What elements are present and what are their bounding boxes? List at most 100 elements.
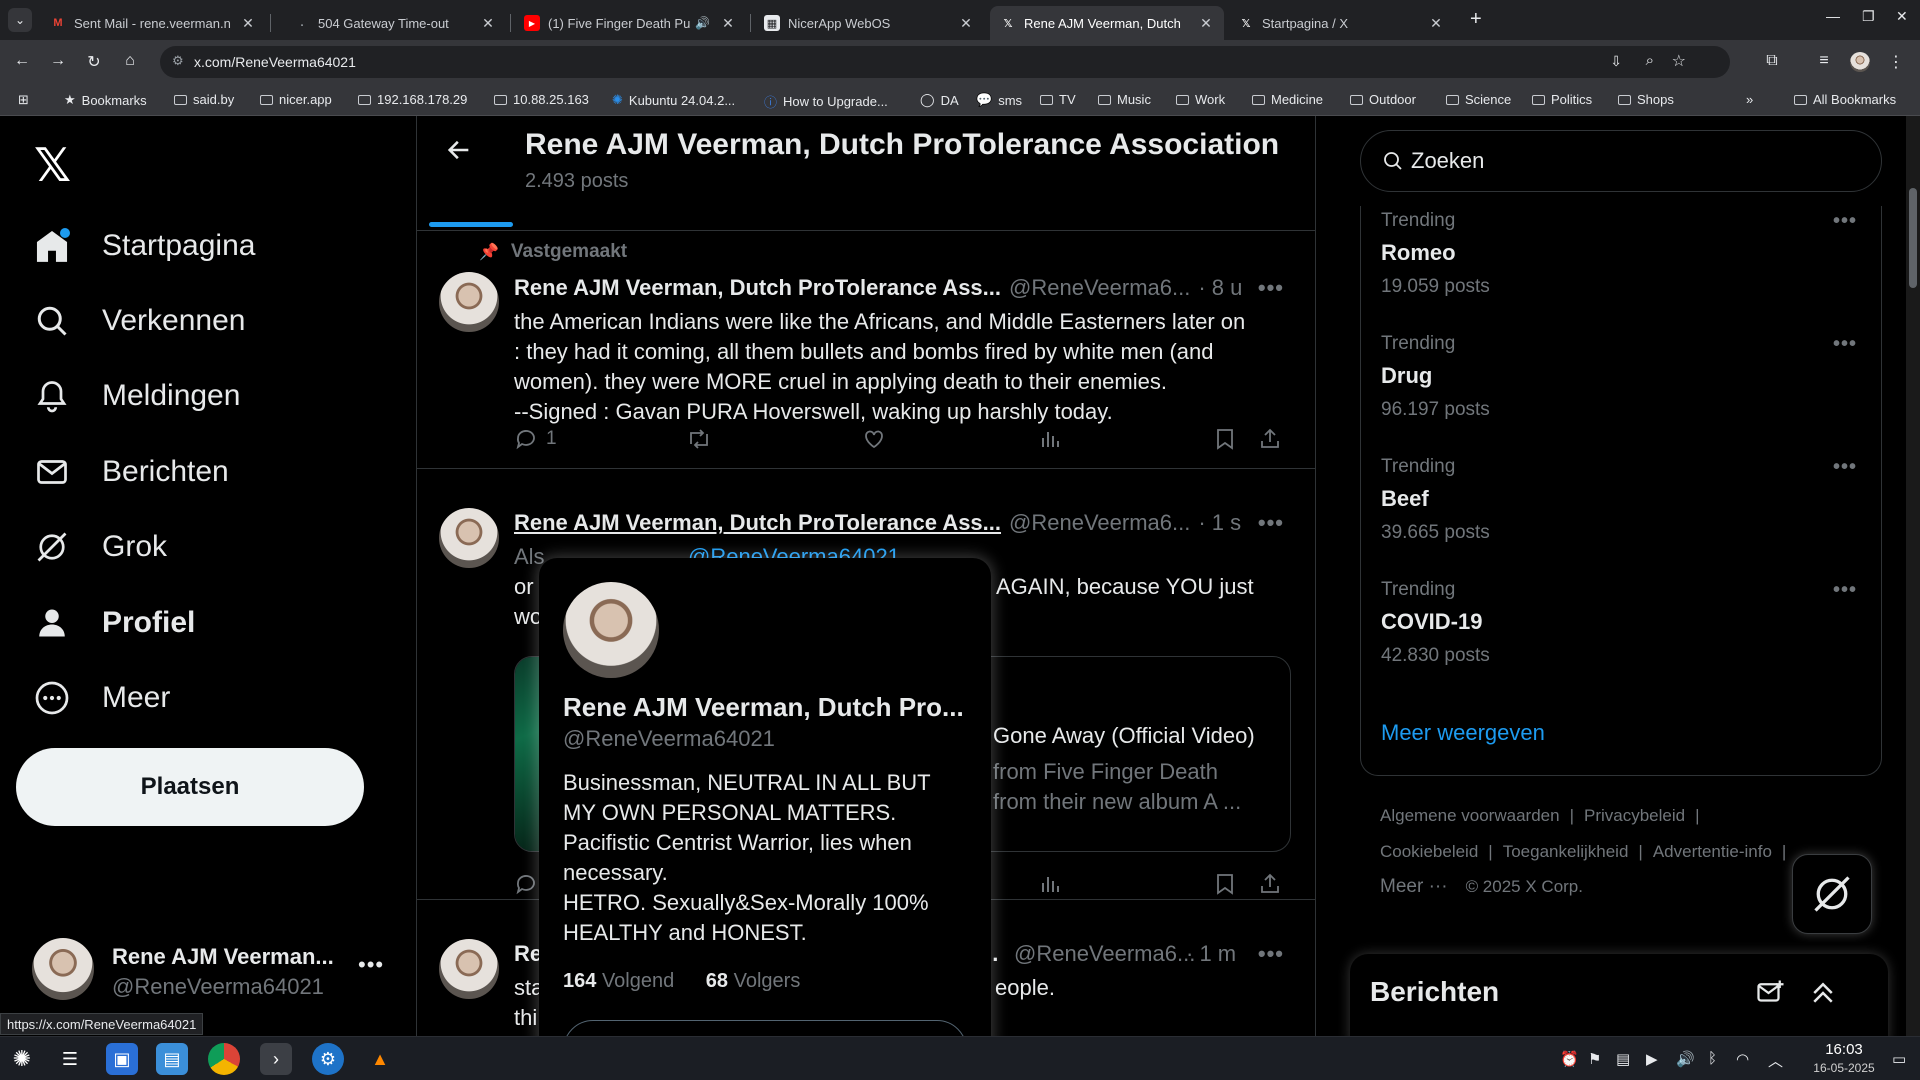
avatar[interactable]	[439, 939, 499, 999]
reply-button[interactable]	[514, 872, 538, 896]
tweet-time[interactable]: · 1 m	[1186, 941, 1236, 967]
bookmark-icon[interactable]	[1214, 427, 1236, 451]
trend-item[interactable]: Trending Drug 96.197 posts •••	[1381, 333, 1861, 421]
clipboard-icon[interactable]: ▤	[1616, 1050, 1630, 1068]
close-tab-icon[interactable]: ✕	[720, 15, 736, 32]
author-name[interactable]: Re	[514, 941, 542, 967]
trend-item[interactable]: Trending COVID-19 42.830 posts •••	[1381, 579, 1861, 667]
browser-tab[interactable]: ▦ NicerApp WebOS ✕	[754, 6, 984, 40]
more-dots-icon[interactable]: •••	[358, 952, 384, 978]
tab-search-button[interactable]: ⌄	[8, 8, 32, 32]
author-handle[interactable]: @ReneVeerma6...	[1014, 941, 1195, 967]
back-arrow-icon[interactable]	[445, 136, 473, 172]
reload-icon[interactable]: ↻	[84, 52, 104, 72]
file-manager-icon[interactable]: ▤	[156, 1043, 188, 1075]
collapse-up-icon[interactable]	[1808, 978, 1838, 1013]
bookmark-item[interactable]: ⓘ How to Upgrade...	[764, 92, 888, 111]
bookmark-icon[interactable]	[1214, 872, 1236, 896]
vlc-icon[interactable]: ▲	[364, 1043, 396, 1075]
new-message-icon[interactable]	[1756, 978, 1786, 1013]
author-name[interactable]: Rene AJM Veerman, Dutch ProTolerance Ass…	[514, 510, 1001, 536]
bookmark-item[interactable]: said.by	[174, 92, 234, 107]
tweet-time[interactable]: · 8 u	[1198, 275, 1242, 301]
views-icon[interactable]	[1038, 427, 1062, 451]
new-tab-button[interactable]: +	[1470, 8, 1482, 31]
avatar[interactable]	[563, 582, 659, 678]
profile-hover-card[interactable]: Rene AJM Veerman, Dutch Pro... @ReneVeer…	[539, 558, 991, 1036]
avatar[interactable]	[439, 508, 499, 568]
chrome-icon[interactable]	[208, 1043, 240, 1075]
wifi-icon[interactable]: ◠	[1736, 1050, 1749, 1068]
show-more-link[interactable]: Meer weergeven	[1381, 720, 1545, 746]
show-desktop-icon[interactable]: ▭	[1892, 1050, 1906, 1068]
network-tool-icon[interactable]: ⚙	[312, 1043, 344, 1075]
bookmark-item[interactable]: Science	[1446, 92, 1511, 107]
speaker-icon[interactable]: 🔊	[695, 16, 710, 30]
all-bookmarks[interactable]: All Bookmarks	[1794, 92, 1896, 107]
messages-drawer[interactable]: Berichten	[1350, 954, 1888, 1036]
terminal-icon[interactable]: ›	[260, 1043, 292, 1075]
site-info-icon[interactable]: ⚙	[172, 53, 184, 69]
browser-tab[interactable]: ▶ (1) Five Finger Death Pu 🔊 ✕	[514, 6, 746, 40]
bookmark-item[interactable]: ✺ Kubuntu 24.04.2...	[612, 92, 735, 108]
hovercard-name[interactable]: Rene AJM Veerman, Dutch Pro...	[563, 692, 964, 723]
reply-button[interactable]: 1	[514, 427, 557, 451]
more-dots-icon[interactable]: •••	[1833, 210, 1857, 233]
close-tab-icon[interactable]: ✕	[240, 15, 256, 32]
close-window-icon[interactable]: ✕	[1896, 8, 1908, 25]
task-manager-icon[interactable]: ☰	[54, 1043, 86, 1075]
more-dots-icon[interactable]: •••	[1833, 579, 1857, 602]
avatar[interactable]	[439, 272, 499, 332]
trend-item[interactable]: Trending Romeo 19.059 posts •••	[1381, 210, 1861, 298]
views-icon[interactable]	[1038, 872, 1062, 896]
bookmark-item[interactable]: nicer.app	[260, 92, 332, 107]
home-icon[interactable]: ⌂	[120, 52, 140, 70]
url-text[interactable]: x.com/ReneVeerma64021	[194, 54, 356, 70]
forward-icon[interactable]: →	[48, 52, 68, 70]
notifications-tray-icon[interactable]: ⚑	[1588, 1050, 1601, 1068]
nav-item-home[interactable]: Startpagina	[32, 218, 255, 274]
bookmark-item[interactable]: Outdoor	[1350, 92, 1416, 107]
minimize-icon[interactable]: —	[1826, 8, 1840, 24]
author-handle[interactable]: @ReneVeerma6...	[1009, 275, 1190, 301]
maximize-icon[interactable]: ❐	[1862, 8, 1875, 25]
bookmark-item[interactable]: ◯ DA	[920, 92, 959, 108]
more-dots-icon[interactable]: •••	[1833, 333, 1857, 356]
like-icon[interactable]	[862, 427, 886, 451]
browser-tab[interactable]: 𝕏 Startpagina / X ✕	[1228, 6, 1454, 40]
clock[interactable]: 16:03 16-05-2025	[1804, 1041, 1884, 1077]
alarm-icon[interactable]: ⏰	[1560, 1050, 1579, 1068]
bookmark-item[interactable]: 💬 sms	[976, 92, 1022, 108]
back-icon[interactable]: ←	[12, 52, 32, 70]
bookmark-item[interactable]: Music	[1098, 92, 1151, 107]
more-dots-icon[interactable]: •••	[1258, 941, 1284, 967]
profile-avatar[interactable]	[1850, 52, 1870, 72]
scrollbar-thumb[interactable]	[1909, 188, 1917, 288]
share-icon[interactable]	[1258, 427, 1282, 451]
app-launcher-icon[interactable]: ✺	[6, 1043, 38, 1075]
tweet[interactable]: 📌 Vastgemaakt Rene AJM Veerman, Dutch Pr…	[417, 231, 1315, 469]
address-bar[interactable]: ⚙ x.com/ReneVeerma64021 ⇩ ⌕ ☆	[160, 46, 1730, 78]
repost-icon[interactable]	[686, 427, 712, 451]
trend-item[interactable]: Trending Beef 39.665 posts •••	[1381, 456, 1861, 544]
bookmark-item[interactable]: Politics	[1532, 92, 1592, 107]
bookmark-star-icon[interactable]: ☆	[1672, 51, 1686, 71]
close-tab-icon[interactable]: ✕	[480, 15, 496, 32]
author-name[interactable]: Rene AJM Veerman, Dutch ProTolerance Ass…	[514, 275, 1001, 301]
bookmark-item[interactable]: Medicine	[1252, 92, 1323, 107]
browser-tab[interactable]: . 504 Gateway Time-out ✕	[284, 6, 506, 40]
close-tab-icon[interactable]: ✕	[1428, 15, 1444, 32]
followers-link[interactable]: 68 Volgers	[706, 970, 801, 992]
media-player-icon[interactable]: ▶	[1646, 1050, 1658, 1068]
nav-item-profile[interactable]: Profiel	[32, 595, 195, 651]
browser-tab-active[interactable]: 𝕏 Rene AJM Veerman, Dutch ✕	[990, 6, 1224, 40]
search-input[interactable]: Zoeken	[1360, 130, 1882, 192]
author-handle[interactable]: @ReneVeerma6...	[1009, 510, 1190, 536]
bookmark-item[interactable]: Shops	[1618, 92, 1674, 107]
account-switcher[interactable]: Rene AJM Veerman... @ReneVeerma64021 •••	[32, 938, 392, 1002]
apps-icon[interactable]: ⊞	[18, 92, 29, 108]
following-link[interactable]: 164 Volgend	[563, 970, 674, 992]
hovercard-handle[interactable]: @ReneVeerma64021	[563, 726, 775, 752]
install-icon[interactable]: ⇩	[1610, 53, 1622, 70]
more-dots-icon[interactable]: •••	[1833, 456, 1857, 479]
